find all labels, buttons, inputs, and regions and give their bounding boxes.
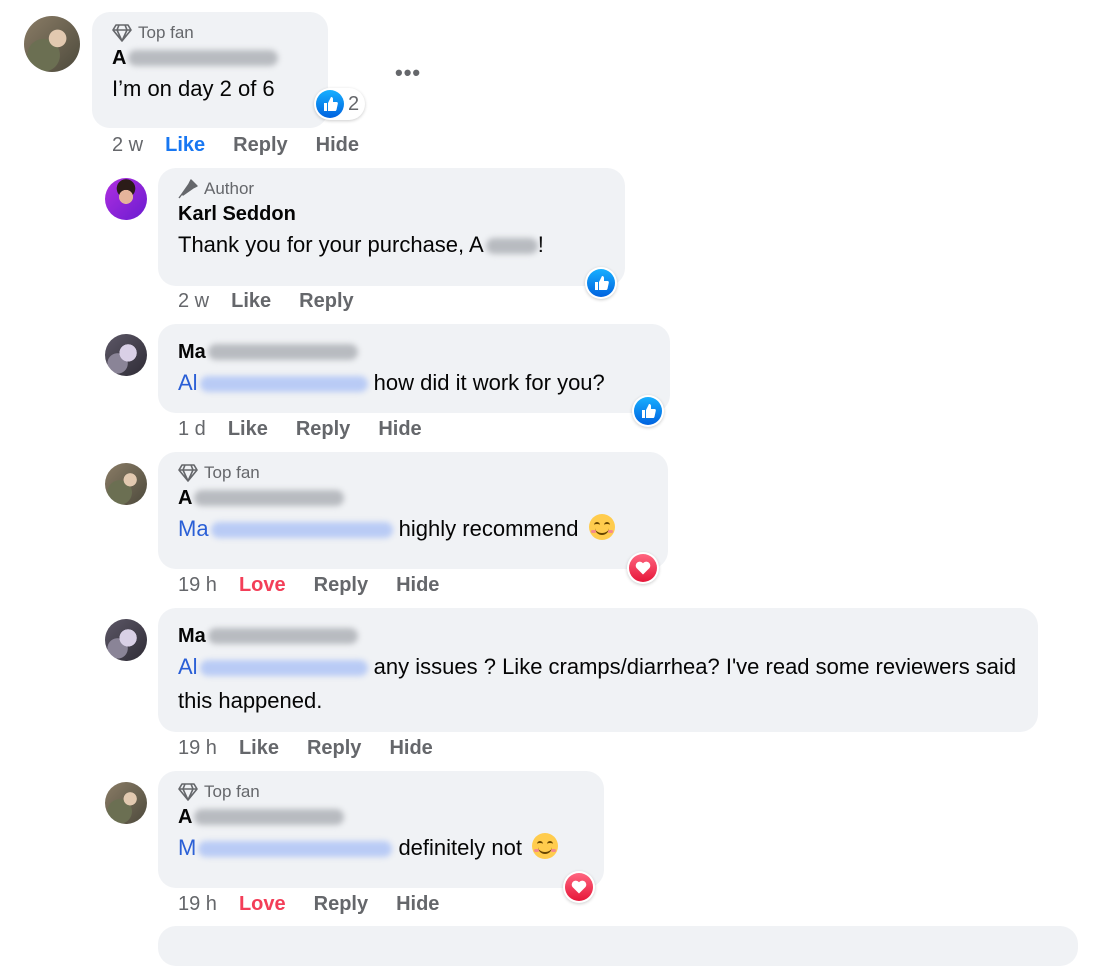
- reply-button[interactable]: Reply: [233, 134, 287, 157]
- reply-button[interactable]: Reply: [296, 418, 350, 441]
- timestamp[interactable]: 2 w: [178, 290, 209, 313]
- diamond-icon: [112, 24, 132, 42]
- comment-bubble-partial: [158, 926, 1078, 966]
- reaction-summary[interactable]: 2: [314, 88, 366, 120]
- love-button[interactable]: Love: [239, 893, 286, 916]
- timestamp[interactable]: 19 h: [178, 893, 217, 916]
- like-button[interactable]: Like: [228, 418, 268, 441]
- love-button[interactable]: Love: [239, 574, 286, 597]
- thumbs-up-icon: [587, 269, 615, 297]
- comment-text: Thank you for your purchase, A!: [178, 232, 544, 257]
- diamond-icon: [178, 464, 198, 482]
- reaction-count: 2: [348, 92, 360, 115]
- blurred-name: [207, 344, 358, 360]
- comment-text: M definitely not: [178, 831, 592, 865]
- comment-bubble: Top fan A Ma highly recommend: [158, 452, 668, 569]
- reply-button[interactable]: Reply: [307, 737, 361, 760]
- reaction-summary[interactable]: [563, 871, 595, 903]
- comment-actions: 19 h Like Reply Hide: [178, 737, 461, 760]
- comment-bubble: Ma Al how did it work for you?: [158, 324, 670, 413]
- comment-author[interactable]: Karl Seddon: [178, 200, 613, 228]
- avatar[interactable]: [105, 619, 147, 661]
- hide-button[interactable]: Hide: [396, 893, 439, 916]
- hide-button[interactable]: Hide: [396, 574, 439, 597]
- timestamp[interactable]: 2 w: [112, 134, 143, 157]
- comment-bubble: Ma Al any issues ? Like cramps/diarrhea?…: [158, 608, 1038, 732]
- timestamp[interactable]: 1 d: [178, 418, 206, 441]
- heart-icon: [565, 873, 593, 901]
- comment-author[interactable]: A: [178, 484, 656, 512]
- mention-link[interactable]: M: [178, 835, 393, 860]
- blurred-name: [207, 628, 358, 644]
- comment-author[interactable]: A: [112, 44, 316, 72]
- blurred-name: [194, 809, 345, 825]
- comment-author[interactable]: A: [178, 803, 592, 831]
- reply-button[interactable]: Reply: [314, 893, 368, 916]
- comment-actions: 2 w Like Reply: [178, 290, 382, 313]
- blurred-name: [485, 238, 538, 255]
- badge-label: Author: [204, 179, 255, 198]
- hide-button[interactable]: Hide: [378, 418, 421, 441]
- hide-button[interactable]: Hide: [316, 134, 359, 157]
- like-button[interactable]: Like: [231, 290, 271, 313]
- badge-label: Top fan: [204, 782, 260, 801]
- avatar[interactable]: [105, 782, 147, 824]
- top-fan-badge[interactable]: Top fan: [112, 22, 316, 44]
- author-badge[interactable]: Author: [178, 178, 613, 200]
- badge-label: Top fan: [204, 463, 260, 482]
- comment-text: Al how did it work for you?: [178, 370, 605, 395]
- more-options-icon[interactable]: •••: [395, 60, 421, 86]
- comment-actions: 2 w Like Reply Hide: [112, 134, 387, 157]
- mention-link[interactable]: Ma: [178, 516, 393, 541]
- comment-author[interactable]: Ma: [178, 338, 658, 366]
- smiling-face-icon: [532, 833, 559, 859]
- top-fan-badge[interactable]: Top fan: [178, 462, 656, 484]
- timestamp[interactable]: 19 h: [178, 574, 217, 597]
- mention-link[interactable]: Al: [178, 370, 368, 395]
- blurred-name: [128, 50, 279, 66]
- blurred-name: [194, 490, 345, 506]
- timestamp[interactable]: 19 h: [178, 737, 217, 760]
- microphone-icon: [178, 179, 198, 199]
- diamond-icon: [178, 783, 198, 801]
- avatar[interactable]: [105, 334, 147, 376]
- reaction-summary[interactable]: [632, 395, 664, 427]
- comment-bubble: Top fan A I’m on day 2 of 6: [92, 12, 328, 128]
- comment-text: Ma highly recommend: [178, 512, 656, 546]
- comment-bubble: Top fan A M definitely not: [158, 771, 604, 888]
- reply-button[interactable]: Reply: [299, 290, 353, 313]
- avatar[interactable]: [105, 178, 147, 220]
- comment-text: I’m on day 2 of 6: [112, 76, 275, 101]
- avatar[interactable]: [24, 16, 80, 72]
- thumbs-up-icon: [316, 90, 344, 118]
- mention-link[interactable]: Al: [178, 654, 368, 679]
- comment-bubble: Author Karl Seddon Thank you for your pu…: [158, 168, 625, 286]
- smiling-face-icon: [588, 514, 615, 540]
- comment-author[interactable]: Ma: [178, 622, 1026, 650]
- comment-actions: 19 h Love Reply Hide: [178, 574, 467, 597]
- heart-icon: [629, 554, 657, 582]
- top-fan-badge[interactable]: Top fan: [178, 781, 592, 803]
- reaction-summary[interactable]: [585, 267, 617, 299]
- reply-button[interactable]: Reply: [314, 574, 368, 597]
- comment-actions: 19 h Love Reply Hide: [178, 893, 467, 916]
- comment-actions: 1 d Like Reply Hide: [178, 418, 450, 441]
- reaction-summary[interactable]: [627, 552, 659, 584]
- hide-button[interactable]: Hide: [389, 737, 432, 760]
- badge-label: Top fan: [138, 23, 194, 42]
- avatar[interactable]: [105, 463, 147, 505]
- comment-text: Al any issues ? Like cramps/diarrhea? I'…: [178, 654, 1017, 713]
- thumbs-up-icon: [634, 397, 662, 425]
- like-button[interactable]: Like: [165, 134, 205, 157]
- like-button[interactable]: Like: [239, 737, 279, 760]
